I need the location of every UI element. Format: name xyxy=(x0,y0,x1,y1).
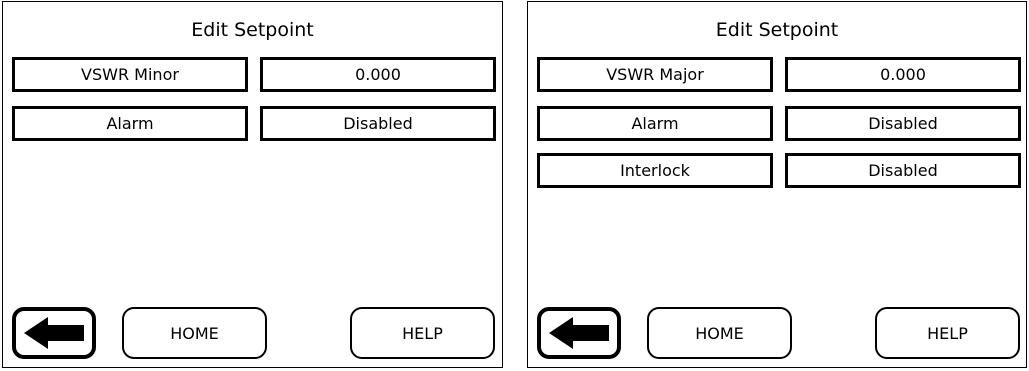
setpoint-row: VSWR Minor 0.000 xyxy=(12,57,496,92)
panel-title: Edit Setpoint xyxy=(191,19,314,41)
home-button[interactable]: HOME xyxy=(122,307,267,359)
setpoint-name-button[interactable]: VSWR Minor xyxy=(12,57,248,92)
alarm-value-toggle[interactable]: Disabled xyxy=(260,106,496,141)
back-arrow-icon xyxy=(549,317,609,349)
alarm-value-toggle[interactable]: Disabled xyxy=(785,106,1021,141)
help-button[interactable]: HELP xyxy=(875,307,1020,359)
setpoint-value-field[interactable]: 0.000 xyxy=(260,57,496,92)
interlock-value-toggle[interactable]: Disabled xyxy=(785,153,1021,188)
alarm-label-button[interactable]: Alarm xyxy=(12,106,248,141)
interlock-row: Interlock Disabled xyxy=(537,153,1021,188)
setpoint-row: VSWR Major 0.000 xyxy=(537,57,1021,92)
back-button[interactable] xyxy=(537,307,621,359)
back-arrow-icon xyxy=(24,317,84,349)
edit-setpoint-panel-major: Edit Setpoint VSWR Major 0.000 Alarm Dis… xyxy=(527,1,1027,368)
alarm-row: Alarm Disabled xyxy=(537,106,1021,141)
alarm-row: Alarm Disabled xyxy=(12,106,496,141)
back-button[interactable] xyxy=(12,307,96,359)
setpoint-name-button[interactable]: VSWR Major xyxy=(537,57,773,92)
interlock-label-button[interactable]: Interlock xyxy=(537,153,773,188)
help-button[interactable]: HELP xyxy=(350,307,495,359)
alarm-label-button[interactable]: Alarm xyxy=(537,106,773,141)
home-button[interactable]: HOME xyxy=(647,307,792,359)
edit-setpoint-panel-minor: Edit Setpoint VSWR Minor 0.000 Alarm Dis… xyxy=(2,1,503,368)
panel-title: Edit Setpoint xyxy=(715,19,839,41)
setpoint-value-field[interactable]: 0.000 xyxy=(785,57,1021,92)
